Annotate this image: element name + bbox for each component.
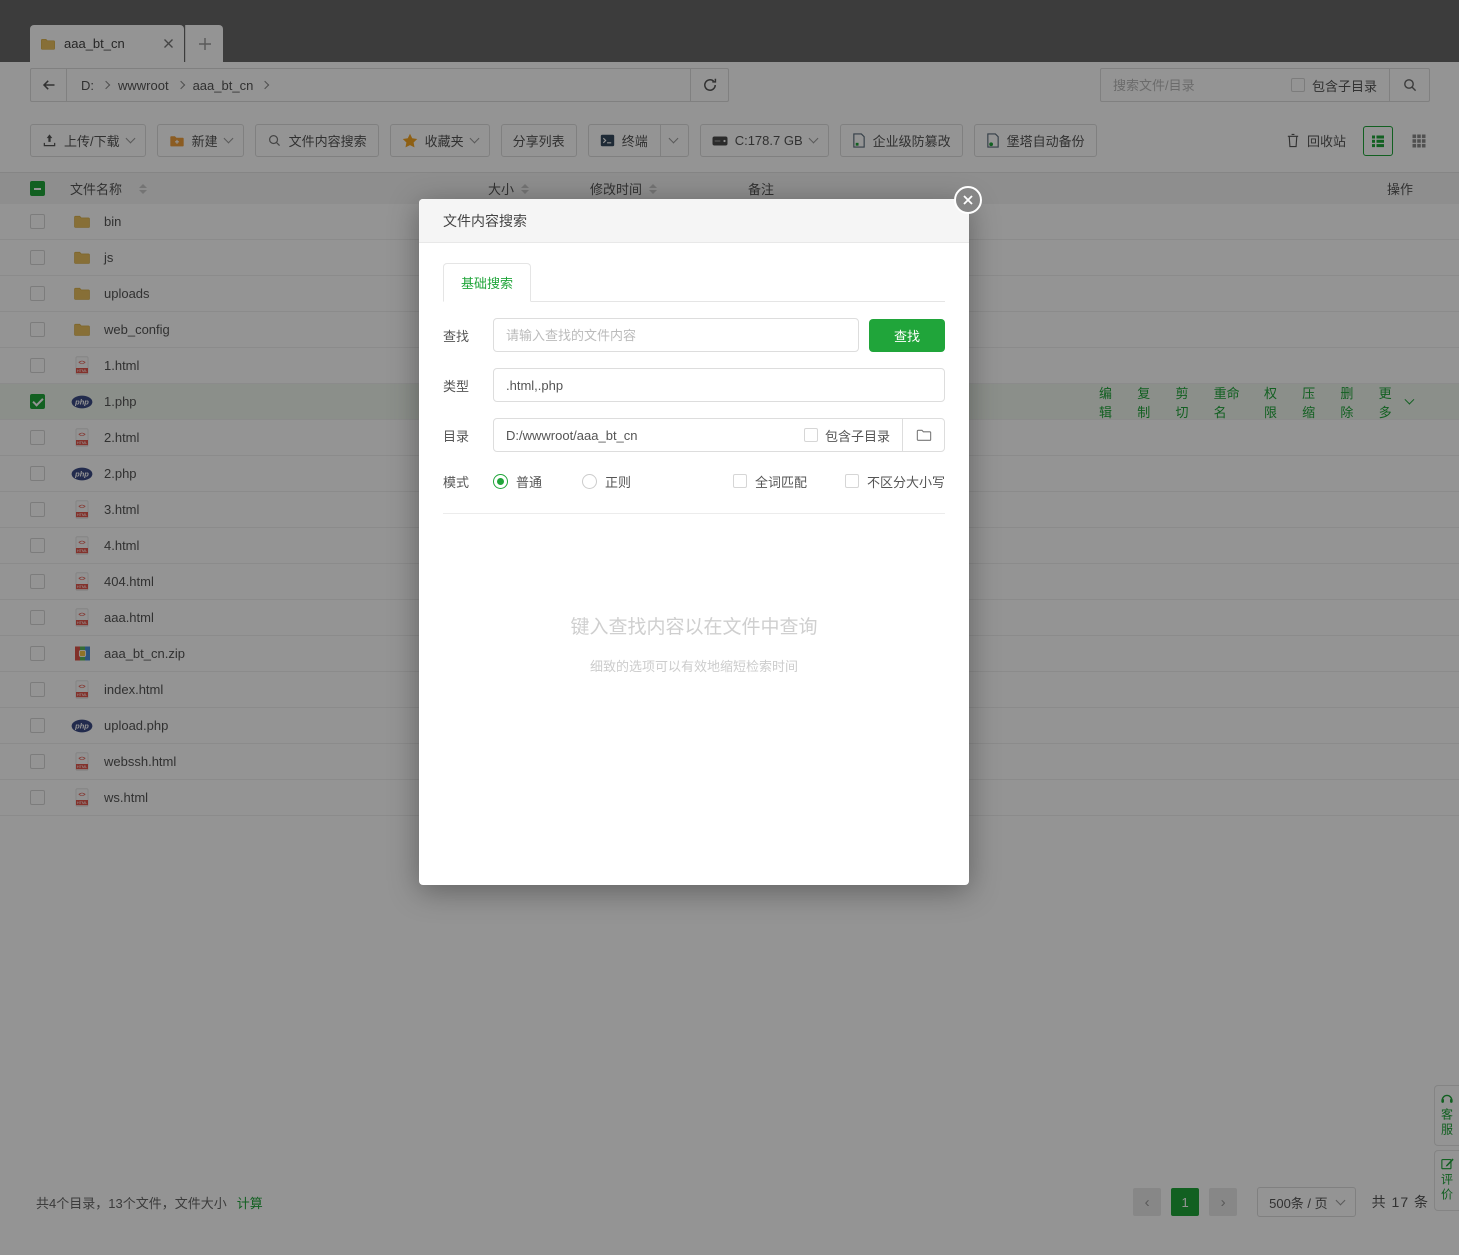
whole-word-label: 全词匹配	[754, 474, 807, 490]
empty-state-subtitle: 细致的选项可以有效地缩短检索时间	[589, 659, 798, 674]
empty-state-title: 键入查找内容以在文件中查询	[570, 617, 818, 638]
dir-input-group: 包含子目录	[493, 418, 945, 452]
ignore-case-checkbox[interactable]	[844, 474, 859, 488]
folder-outline-icon	[916, 429, 931, 441]
dir-label: 目录	[443, 428, 470, 444]
close-icon	[963, 195, 973, 205]
find-label: 查找	[443, 328, 470, 344]
find-input[interactable]	[493, 318, 859, 352]
dir-row: 目录 包含子目录	[443, 418, 945, 452]
browse-folder-button[interactable]	[902, 419, 944, 451]
find-row: 查找 查找	[443, 318, 945, 352]
dialog-body: 基础搜索 查找 查找 类型 目录 包含子目录	[419, 263, 969, 675]
type-row: 类型	[443, 368, 945, 402]
type-label: 类型	[443, 378, 470, 394]
empty-state: 键入查找内容以在文件中查询 细致的选项可以有效地缩短检索时间	[443, 612, 945, 675]
tab-basic-search[interactable]: 基础搜索	[443, 263, 531, 302]
radio-normal[interactable]	[493, 473, 508, 489]
dir-include-subdir-option: 包含子目录	[803, 426, 890, 445]
whole-word-checkbox[interactable]	[732, 474, 747, 488]
dir-input[interactable]	[494, 427, 804, 443]
dir-include-subdir-checkbox[interactable]	[803, 428, 818, 442]
ignore-case-label: 不区分大小写	[866, 474, 945, 490]
mode-regex-label: 正则	[605, 474, 632, 490]
whole-word-option[interactable]: 全词匹配	[732, 472, 807, 491]
mode-row: 模式 普通 正则 全词匹配 不区分大小写	[443, 467, 945, 495]
radio-regex[interactable]	[582, 473, 598, 489]
mode-normal-option[interactable]: 普通	[493, 472, 542, 491]
dialog-close-button[interactable]	[954, 186, 982, 214]
ignore-case-option[interactable]: 不区分大小写	[844, 472, 945, 491]
mode-label: 模式	[443, 474, 470, 490]
mode-normal-label: 普通	[516, 474, 543, 490]
type-input[interactable]	[493, 368, 945, 402]
divider	[443, 513, 945, 514]
file-content-search-dialog: 文件内容搜索 基础搜索 查找 查找 类型 目录 包含子目录	[419, 186, 982, 885]
dialog-header: 文件内容搜索	[419, 199, 969, 243]
mode-regex-option[interactable]: 正则	[582, 472, 631, 491]
dialog-tabs: 基础搜索	[443, 263, 945, 302]
dir-include-subdir-label: 包含子目录	[824, 428, 890, 444]
dialog-title: 文件内容搜索	[443, 212, 527, 229]
find-button[interactable]: 查找	[869, 318, 945, 352]
